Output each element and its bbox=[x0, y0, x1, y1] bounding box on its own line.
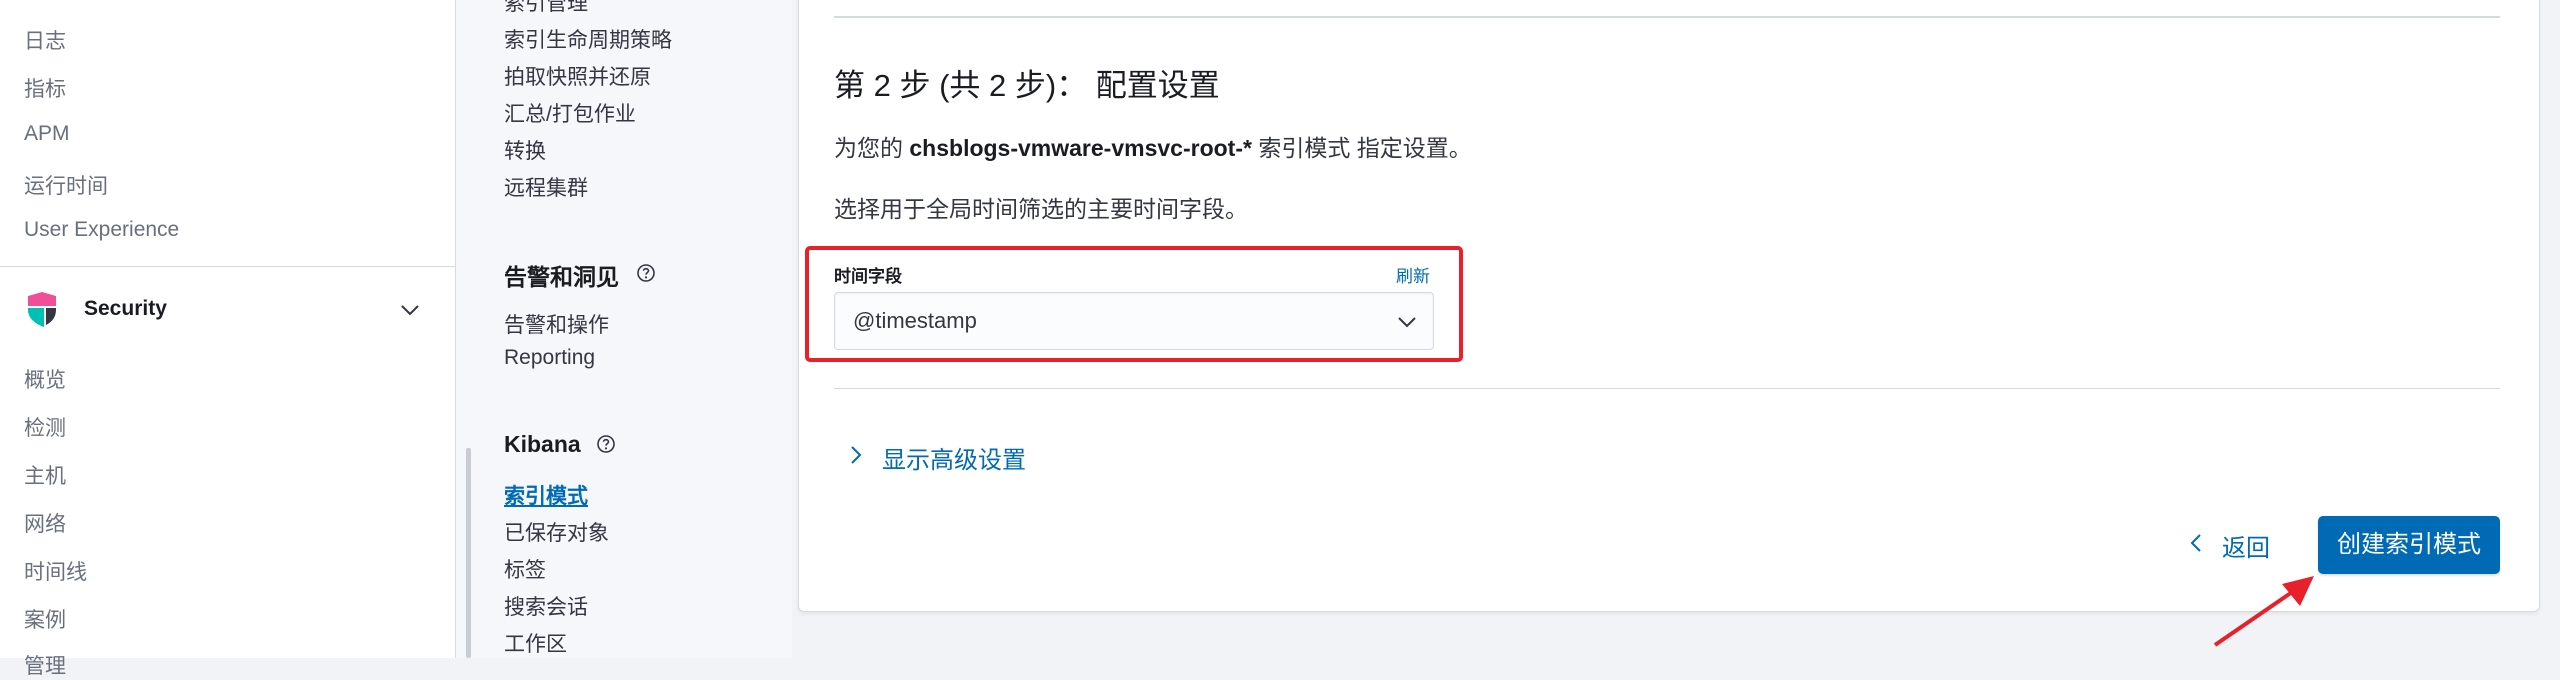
nav-divider bbox=[0, 266, 455, 267]
side-link-index-management[interactable]: 索引管理 bbox=[504, 0, 588, 17]
left-nav: 日志 指标 APM 运行时间 User Experience Security … bbox=[0, 0, 456, 678]
time-field-hint: 选择用于全局时间筛选的主要时间字段。 bbox=[834, 196, 1248, 222]
time-field-selected-value: @timestamp bbox=[853, 308, 977, 333]
nav-item-cases[interactable]: 案例 bbox=[24, 604, 66, 634]
nav-item-user-experience[interactable]: User Experience bbox=[24, 218, 179, 242]
security-group-header[interactable]: Security bbox=[0, 284, 455, 336]
description-prefix: 为您的 bbox=[834, 135, 903, 161]
security-logo-icon bbox=[28, 292, 56, 327]
alerts-insights-heading: 告警和洞见 bbox=[504, 264, 619, 290]
nav-item-detections[interactable]: 检测 bbox=[24, 412, 66, 442]
side-link-reporting[interactable]: Reporting bbox=[504, 346, 595, 370]
chevron-left-icon bbox=[2190, 534, 2201, 552]
nav-item-network[interactable]: 网络 bbox=[24, 508, 66, 538]
kibana-heading: Kibana bbox=[504, 431, 581, 457]
security-group-title: Security bbox=[84, 297, 167, 320]
help-icon[interactable] bbox=[636, 263, 656, 283]
show-advanced-settings-label: 显示高级设置 bbox=[882, 447, 1026, 474]
side-link-search-sessions[interactable]: 搜索会话 bbox=[504, 591, 588, 621]
nav-item-apm[interactable]: APM bbox=[24, 122, 70, 146]
nav-item-logs[interactable]: 日志 bbox=[24, 25, 66, 55]
side-link-index-patterns[interactable]: 索引模式 bbox=[504, 480, 588, 510]
time-field-select[interactable]: @timestamp bbox=[834, 292, 1434, 350]
back-button-label: 返回 bbox=[2222, 535, 2270, 562]
side-link-alerts-actions[interactable]: 告警和操作 bbox=[504, 309, 609, 339]
nav-item-overview[interactable]: 概览 bbox=[24, 364, 66, 394]
side-link-tags[interactable]: 标签 bbox=[504, 554, 546, 584]
chevron-down-icon[interactable] bbox=[398, 298, 422, 322]
annotation-arrow bbox=[2213, 576, 2314, 647]
step-title: 第 2 步 (共 2 步)： 配置设置 bbox=[834, 68, 1220, 103]
step-description: 为您的 chsblogs-vmware-vmsvc-root-* 索引模式 指定… bbox=[834, 129, 1472, 163]
chevron-right-icon bbox=[851, 446, 862, 464]
nav-item-hosts[interactable]: 主机 bbox=[24, 460, 66, 490]
time-field-label: 时间字段 bbox=[834, 267, 902, 286]
side-link-transforms[interactable]: 转换 bbox=[504, 135, 546, 165]
divider bbox=[834, 388, 2500, 389]
chevron-down-icon bbox=[1398, 317, 1416, 328]
side-link-snapshot-restore[interactable]: 拍取快照并还原 bbox=[504, 61, 651, 91]
refresh-link[interactable]: 刷新 bbox=[1396, 262, 1430, 287]
nav-item-metrics[interactable]: 指标 bbox=[24, 73, 66, 103]
side-link-spaces[interactable]: 工作区 bbox=[504, 628, 567, 658]
description-suffix: 索引模式 指定设置。 bbox=[1258, 135, 1472, 161]
nav-item-uptime[interactable]: 运行时间 bbox=[24, 170, 108, 200]
index-pattern-name: chsblogs-vmware-vmsvc-root-* bbox=[909, 135, 1252, 161]
nav-item-timelines[interactable]: 时间线 bbox=[24, 556, 87, 586]
side-link-saved-objects[interactable]: 已保存对象 bbox=[504, 517, 609, 547]
help-icon[interactable] bbox=[596, 434, 616, 454]
nav-item-administration[interactable]: 管理 bbox=[24, 650, 66, 680]
create-index-pattern-button[interactable]: 创建索引模式 bbox=[2318, 516, 2500, 574]
sidebar-scrollbar[interactable] bbox=[466, 448, 471, 658]
side-link-remote-clusters[interactable]: 远程集群 bbox=[504, 172, 588, 202]
side-link-rollup-jobs[interactable]: 汇总/打包作业 bbox=[504, 98, 636, 128]
side-link-ilm-policies[interactable]: 索引生命周期策略 bbox=[504, 24, 672, 54]
divider bbox=[834, 16, 2500, 18]
